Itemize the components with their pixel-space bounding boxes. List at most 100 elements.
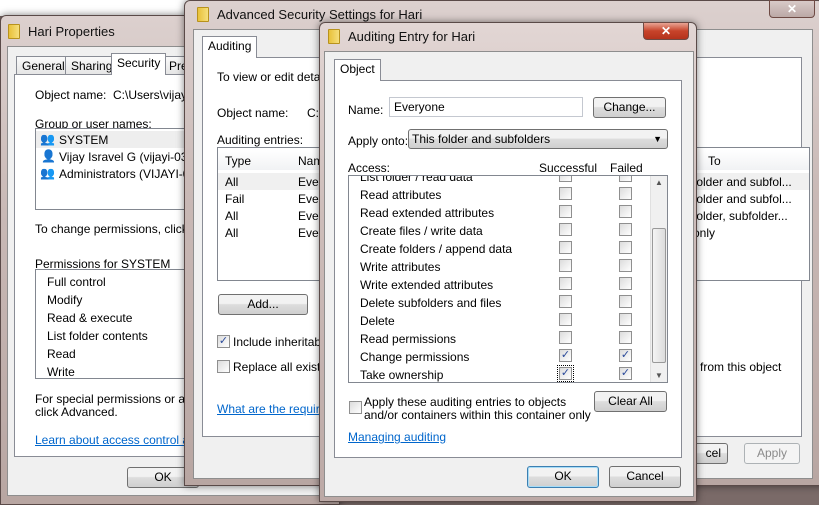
failed-column-header: Failed bbox=[610, 161, 643, 175]
permission-item: Modify bbox=[47, 293, 83, 307]
access-label: Read attributes bbox=[360, 188, 442, 202]
successful-checkbox[interactable] bbox=[559, 241, 572, 254]
close-button[interactable]: ✕ bbox=[643, 22, 689, 40]
access-row: Read attributes bbox=[349, 185, 667, 203]
apply-button[interactable]: Apply bbox=[744, 443, 800, 464]
entry-type: Fail bbox=[225, 192, 245, 206]
column-type[interactable]: Type bbox=[225, 154, 251, 168]
access-label: Delete subfolders and files bbox=[360, 296, 502, 310]
failed-checkbox[interactable]: ✓ bbox=[619, 349, 632, 362]
tab-security[interactable]: Security bbox=[111, 53, 167, 75]
failed-checkbox[interactable] bbox=[619, 205, 632, 218]
access-label: Read permissions bbox=[360, 332, 457, 346]
apply-to-container-label-2: and/or containers within this container … bbox=[364, 408, 591, 422]
include-inheritable-checkbox[interactable]: ✓ bbox=[217, 335, 230, 348]
failed-checkbox[interactable] bbox=[619, 295, 632, 308]
successful-checkbox[interactable] bbox=[559, 223, 572, 236]
object-name-label: Object name: bbox=[35, 88, 107, 102]
auditing-entries-label: Auditing entries: bbox=[217, 133, 304, 147]
entry-type: All bbox=[225, 226, 239, 240]
cancel-button[interactable]: Cancel bbox=[609, 466, 681, 488]
access-row: Take ownership ✓ ✓ bbox=[349, 365, 667, 382]
successful-checkbox[interactable] bbox=[559, 205, 572, 218]
window-title: Hari Properties bbox=[28, 24, 115, 39]
successful-checkbox[interactable] bbox=[559, 331, 572, 344]
failed-checkbox[interactable] bbox=[619, 331, 632, 344]
scrollbar-thumb[interactable] bbox=[652, 228, 666, 363]
successful-column-header: Successful bbox=[539, 161, 598, 175]
column-apply-to[interactable]: To bbox=[708, 154, 721, 168]
dropdown-arrow-icon: ▼ bbox=[653, 134, 662, 144]
successful-checkbox[interactable] bbox=[559, 295, 572, 308]
access-row: Create folders / append data bbox=[349, 239, 667, 257]
tab-object[interactable]: Object bbox=[334, 59, 381, 81]
entry-apply: folder, subfolder... bbox=[693, 209, 788, 223]
successful-checkbox[interactable] bbox=[559, 176, 572, 182]
folder-icon bbox=[8, 24, 20, 39]
access-row: Read extended attributes bbox=[349, 203, 667, 221]
replace-permissions-checkbox[interactable] bbox=[217, 360, 230, 373]
apply-onto-label: Apply onto: bbox=[348, 134, 409, 148]
access-list[interactable]: List folder / read data Read attributes … bbox=[348, 175, 668, 383]
object-name-label: Object name: bbox=[217, 106, 289, 120]
scroll-up-icon[interactable]: ▲ bbox=[655, 178, 663, 187]
replace-permissions-label-tail: from this object bbox=[700, 360, 782, 374]
tab-auditing[interactable]: Auditing bbox=[202, 36, 258, 58]
access-label: Write attributes bbox=[360, 260, 441, 274]
permission-item: Write bbox=[47, 365, 75, 379]
permission-item: List folder contents bbox=[47, 329, 148, 343]
successful-checkbox[interactable] bbox=[559, 187, 572, 200]
change-permissions-text: To change permissions, click Edi bbox=[35, 222, 209, 236]
users-icon: 👥 bbox=[40, 166, 55, 180]
access-row: Read permissions bbox=[349, 329, 667, 347]
failed-checkbox[interactable] bbox=[619, 313, 632, 326]
permission-item: Read bbox=[47, 347, 76, 361]
failed-checkbox[interactable]: ✓ bbox=[619, 367, 632, 380]
object-panel: Name: Change... Apply onto: This folder … bbox=[334, 80, 682, 458]
apply-to-container-label: Apply these auditing entries to objects bbox=[364, 395, 567, 409]
access-row: Delete bbox=[349, 311, 667, 329]
failed-checkbox[interactable] bbox=[619, 176, 632, 182]
special-permissions-text-2: click Advanced. bbox=[35, 405, 118, 419]
requirements-link[interactable]: What are the requiren bbox=[217, 402, 333, 416]
managing-auditing-link[interactable]: Managing auditing bbox=[348, 430, 446, 444]
ok-button[interactable]: OK bbox=[527, 466, 599, 488]
access-label: Read extended attributes bbox=[360, 206, 495, 220]
name-input[interactable] bbox=[389, 97, 583, 117]
access-label: List folder / read data bbox=[360, 175, 473, 184]
successful-checkbox[interactable]: ✓ bbox=[559, 349, 572, 362]
user-icon: 👤 bbox=[41, 149, 56, 163]
failed-checkbox[interactable] bbox=[619, 241, 632, 254]
entry-client: Object Name: Change... Apply onto: This … bbox=[324, 51, 694, 497]
permission-item: Full control bbox=[47, 275, 106, 289]
tab-general[interactable]: General bbox=[16, 56, 71, 75]
change-button[interactable]: Change... bbox=[593, 97, 666, 118]
failed-checkbox[interactable] bbox=[619, 187, 632, 200]
access-label: Create files / write data bbox=[360, 224, 483, 238]
scroll-down-icon[interactable]: ▼ bbox=[655, 371, 663, 380]
successful-checkbox[interactable] bbox=[559, 313, 572, 326]
folder-icon bbox=[197, 7, 209, 22]
scrollbar[interactable]: ▲ ▼ bbox=[650, 176, 667, 382]
apply-onto-value: This folder and subfolders bbox=[412, 132, 551, 146]
name-label: Name: bbox=[348, 103, 384, 117]
close-button[interactable]: ✕ bbox=[769, 0, 815, 18]
successful-checkbox[interactable] bbox=[559, 259, 572, 272]
failed-checkbox[interactable] bbox=[619, 277, 632, 290]
apply-onto-select[interactable]: This folder and subfolders ▼ bbox=[408, 129, 668, 149]
failed-checkbox[interactable] bbox=[619, 259, 632, 272]
successful-checkbox[interactable] bbox=[559, 277, 572, 290]
add-button[interactable]: Add... bbox=[218, 294, 308, 315]
successful-checkbox[interactable]: ✓ bbox=[557, 365, 574, 382]
apply-to-container-checkbox[interactable] bbox=[349, 401, 362, 414]
clear-all-button[interactable]: Clear All bbox=[594, 391, 667, 412]
entry-type: All bbox=[225, 209, 239, 223]
folder-icon bbox=[328, 29, 340, 44]
access-row: Delete subfolders and files bbox=[349, 293, 667, 311]
permission-item: Read & execute bbox=[47, 311, 133, 325]
entry-apply: folder and subfol... bbox=[693, 192, 792, 206]
intro-text: To view or edit details bbox=[217, 70, 332, 84]
window-title: Auditing Entry for Hari bbox=[348, 29, 476, 44]
users-icon: 👥 bbox=[40, 132, 55, 146]
failed-checkbox[interactable] bbox=[619, 223, 632, 236]
